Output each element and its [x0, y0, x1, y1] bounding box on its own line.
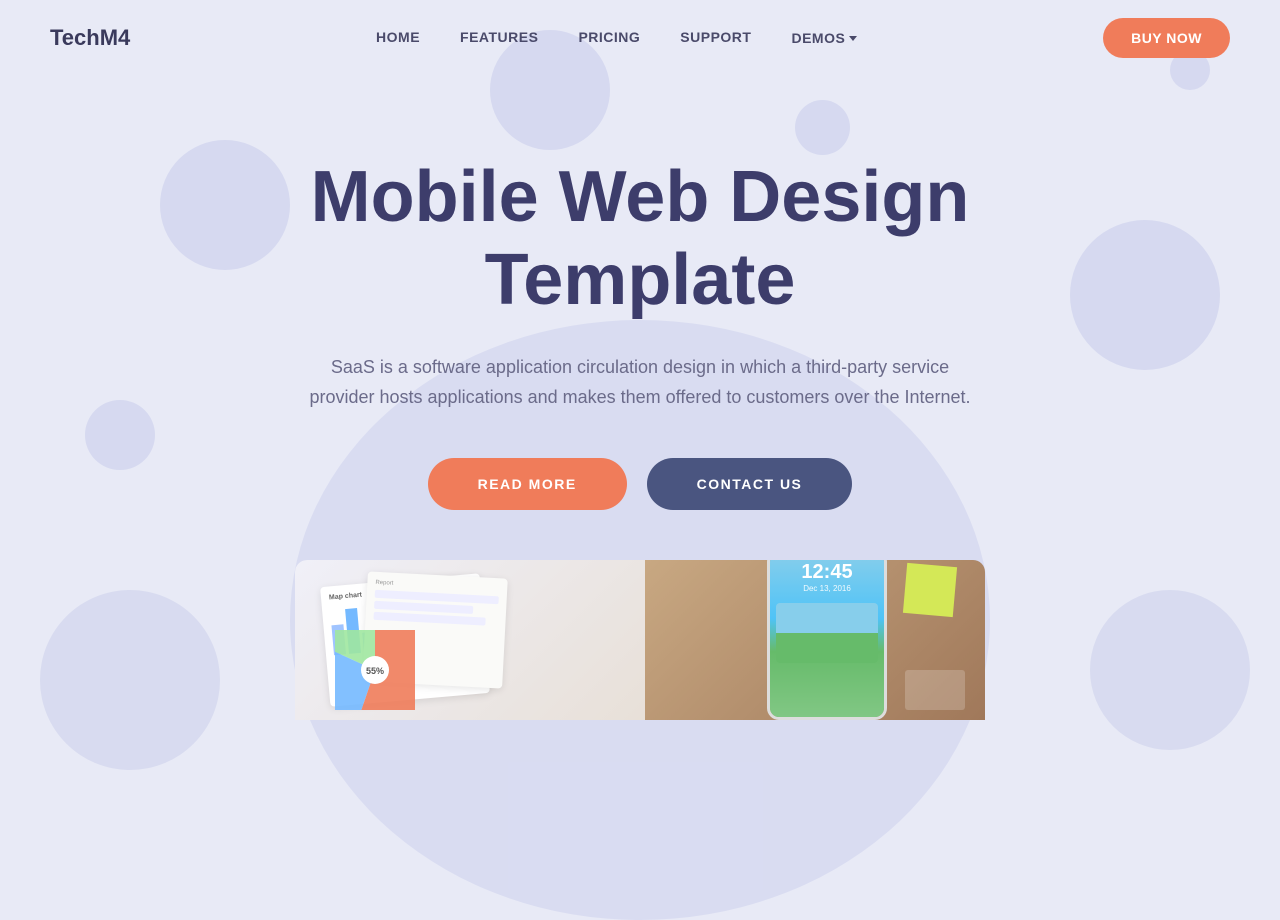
buy-now-button[interactable]: BUY NOW	[1103, 18, 1230, 58]
phone-time: 12:45	[801, 561, 852, 584]
chevron-down-icon	[849, 36, 857, 41]
logo[interactable]: TechM4	[50, 25, 130, 51]
phone-device: 12:45 Dec 13, 2016	[767, 560, 887, 720]
nav-links: HOME FEATURES PRICING SUPPORT DEMOS	[376, 29, 857, 47]
nav-item-support[interactable]: SUPPORT	[680, 29, 751, 47]
nav-item-demos[interactable]: DEMOS	[791, 30, 857, 46]
hero-title: Mobile Web Design Template	[265, 156, 1015, 322]
nav-link-support[interactable]: SUPPORT	[680, 29, 751, 45]
nav-link-demos: DEMOS	[791, 30, 845, 46]
hero-section: Mobile Web Design Template SaaS is a sof…	[0, 76, 1280, 510]
phone-screen: 12:45 Dec 13, 2016	[770, 560, 884, 717]
nav-item-home[interactable]: HOME	[376, 29, 420, 47]
mockup-left: Map chart Report	[295, 560, 645, 720]
read-more-button[interactable]: READ MORE	[428, 458, 627, 510]
phone-date: Dec 13, 2016	[803, 584, 851, 593]
contact-us-button[interactable]: CONTACT US	[647, 458, 853, 510]
sticky-note	[903, 563, 957, 617]
navbar: TechM4 HOME FEATURES PRICING SUPPORT DEM…	[0, 0, 1280, 76]
mockup-right: 12:45 Dec 13, 2016	[645, 560, 985, 720]
nav-link-home[interactable]: HOME	[376, 29, 420, 45]
desk-item	[905, 670, 965, 710]
pie-chart: 55%	[335, 630, 415, 710]
nav-link-features[interactable]: FEATURES	[460, 29, 538, 45]
hero-buttons: READ MORE CONTACT US	[0, 458, 1280, 510]
nav-item-pricing[interactable]: PRICING	[578, 29, 640, 47]
nav-item-features[interactable]: FEATURES	[460, 29, 538, 47]
nav-link-pricing[interactable]: PRICING	[578, 29, 640, 45]
hero-subtitle: SaaS is a software application circulati…	[300, 352, 980, 413]
svg-text:55%: 55%	[366, 666, 384, 676]
device-mockup: Map chart Report	[295, 560, 985, 720]
